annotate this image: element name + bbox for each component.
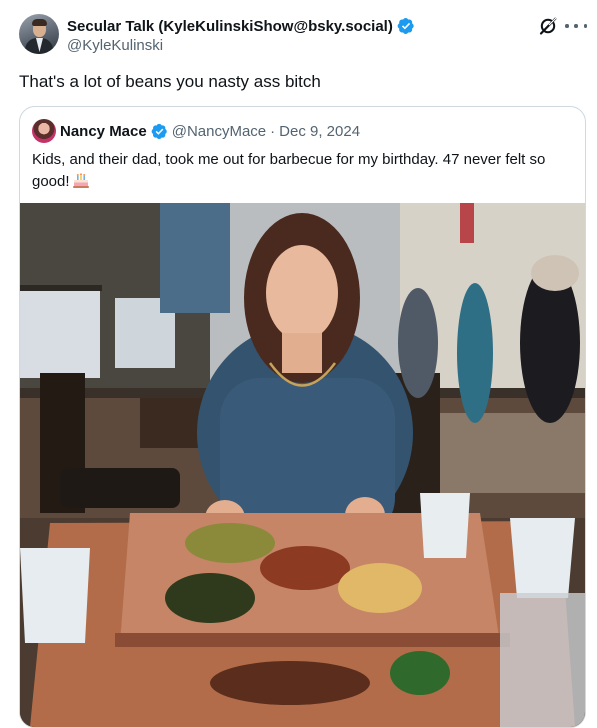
quoted-post-photo[interactable] [20,203,585,727]
birthday-cake-icon [72,173,89,188]
author-avatar[interactable] [19,14,59,54]
grok-icon[interactable] [538,16,558,36]
author-display-name[interactable]: Secular Talk (KyleKulinskiShow@bsky.soci… [67,18,393,35]
quoted-post-text-block: Kids, and their dad, took me out for bar… [32,149,572,193]
separator-dot: · [270,122,276,140]
quoted-post-card[interactable]: Nancy Mace @NancyMace · Dec 9, 2024 Kids… [19,106,586,728]
quoted-author-row: Nancy Mace @NancyMace · Dec 9, 2024 [60,121,360,141]
quoted-author-avatar[interactable] [32,119,56,143]
post-text: That's a lot of beans you nasty ass bitc… [19,72,321,91]
post: Secular Talk (KyleKulinskiShow@bsky.soci… [0,0,597,728]
verified-badge-icon[interactable] [151,123,168,140]
author-handle[interactable]: @KyleKulinski [67,37,163,54]
verified-badge-icon[interactable] [397,17,415,35]
quoted-post-date[interactable]: Dec 9, 2024 [279,123,360,140]
quoted-author-name[interactable]: Nancy Mace [60,123,147,140]
quoted-post-text: Kids, and their dad, took me out for bar… [32,151,546,190]
quoted-author-handle[interactable]: @NancyMace [172,123,266,140]
author-name-row: Secular Talk (KyleKulinskiShow@bsky.soci… [67,16,415,36]
more-options-icon[interactable] [565,16,587,36]
restaurant-photo [20,203,585,727]
